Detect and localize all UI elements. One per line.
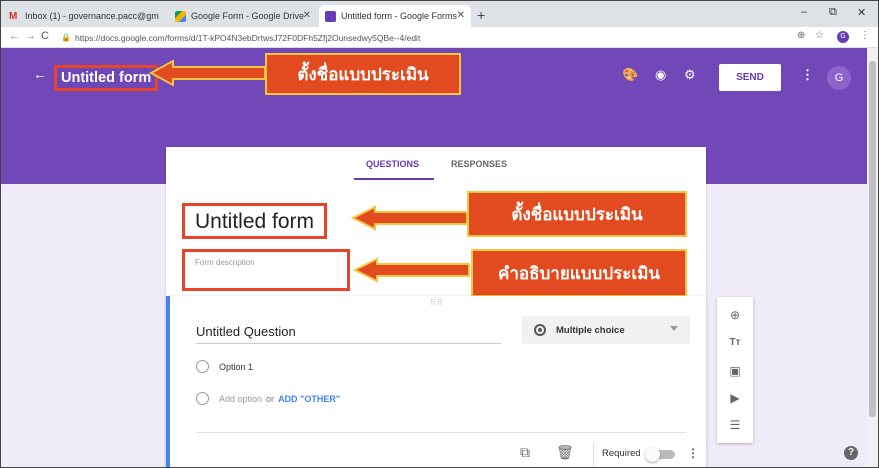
forms-icon — [325, 10, 336, 22]
add-option-row: Add option or ADD "OTHER" — [196, 392, 340, 405]
required-label: Required — [602, 448, 641, 459]
forward-icon[interactable]: → — [25, 30, 36, 42]
callout-name-form: ตั้งชื่อแบบประเมิน — [467, 191, 687, 237]
required-toggle[interactable] — [645, 447, 675, 462]
option-label[interactable]: Option 1 — [219, 362, 253, 372]
more-icon[interactable]: ⋮ — [801, 67, 814, 83]
new-tab-icon[interactable]: + — [477, 7, 485, 23]
lock-icon: 🔒 — [61, 33, 71, 42]
question-card[interactable]: ⠿⠿ Untitled Question Multiple choice Opt… — [166, 296, 706, 467]
form-title-input[interactable]: Untitled form — [182, 203, 328, 239]
callout-name-form-header: ตั้งชื่อแบบประเมิน — [265, 53, 461, 95]
scrollbar-thumb[interactable] — [869, 61, 876, 417]
star-icon[interactable]: ☆ — [815, 30, 824, 41]
question-type-label: Multiple choice — [556, 324, 625, 336]
section-icon[interactable]: ☰ — [727, 417, 743, 433]
callout-describe-form: คำอธิบายแบบประเมิน — [471, 249, 687, 297]
close-window-icon[interactable]: ✕ — [857, 6, 866, 19]
option-row[interactable]: Option 1 — [196, 360, 253, 373]
help-icon[interactable]: ? — [844, 446, 858, 460]
title-text-icon[interactable]: Tт — [727, 335, 743, 351]
tab-questions[interactable]: QUESTIONS — [366, 159, 419, 169]
zoom-icon[interactable]: ⊕ — [797, 30, 805, 41]
palette-icon[interactable]: 🎨 — [622, 67, 638, 83]
close-tab-icon[interactable]: ✕ — [303, 10, 311, 21]
image-icon[interactable]: ▣ — [727, 363, 743, 379]
minimize-icon[interactable]: – — [801, 6, 807, 18]
divider — [593, 442, 594, 466]
add-option-link[interactable]: Add option — [219, 394, 262, 404]
profile-avatar[interactable]: G — [837, 31, 849, 43]
tab-label: Inbox (1) - governance.pacc@gm — [25, 11, 159, 21]
browser-toolbar: ← → C 🔒 https://docs.google.com/forms/d/… — [1, 27, 878, 48]
gmail-icon: M — [9, 10, 18, 22]
tab-drive[interactable]: Google Form - Google Drive ✕ — [169, 5, 317, 27]
reload-icon[interactable]: C — [41, 30, 49, 42]
restore-icon[interactable]: ⧉ — [829, 6, 837, 19]
menu-icon[interactable]: ⋮ — [860, 30, 870, 41]
avatar[interactable]: G — [827, 66, 851, 90]
add-other-link[interactable]: ADD "OTHER" — [278, 394, 340, 404]
browser-window: M Inbox (1) - governance.pacc@gm Google … — [0, 0, 879, 468]
tab-strip: M Inbox (1) - governance.pacc@gm Google … — [1, 1, 878, 27]
radio-icon — [196, 392, 209, 405]
address-bar[interactable]: 🔒 https://docs.google.com/forms/d/1T-kPO… — [61, 30, 781, 45]
tab-responses[interactable]: RESPONSES — [451, 159, 507, 169]
callout-arrow — [353, 257, 470, 283]
form-title-header[interactable]: Untitled form — [54, 65, 159, 91]
eye-icon[interactable]: ◉ — [655, 67, 666, 83]
active-tab-indicator — [354, 178, 434, 180]
tab-label: Google Form - Google Drive — [191, 11, 305, 21]
radio-icon — [534, 324, 546, 336]
divider — [196, 432, 686, 433]
question-title-input[interactable]: Untitled Question — [196, 324, 501, 344]
drive-icon — [175, 10, 186, 22]
question-type-select[interactable]: Multiple choice — [522, 316, 690, 344]
add-circle-icon[interactable]: ⊕ — [727, 307, 743, 323]
callout-arrow — [149, 59, 266, 87]
back-arrow-icon[interactable]: ← — [33, 66, 47, 82]
back-icon[interactable]: ← — [9, 30, 20, 42]
drag-handle-icon[interactable]: ⠿⠿ — [430, 298, 444, 307]
trash-icon[interactable]: 🗑 — [556, 444, 574, 461]
or-text: or — [266, 393, 275, 404]
radio-icon — [196, 360, 209, 373]
duplicate-icon[interactable]: ⧉ — [520, 444, 530, 461]
tab-label: Untitled form - Google Forms — [341, 11, 458, 21]
send-button[interactable]: SEND — [719, 64, 781, 91]
video-icon[interactable]: ▶ — [727, 390, 743, 406]
callout-arrow — [351, 205, 468, 231]
tab-forms[interactable]: Untitled form - Google Forms ✕ — [319, 5, 471, 27]
question-toolbar: ⊕ Tт ▣ ▶ ☰ — [717, 297, 753, 443]
form-description-input[interactable]: Form description — [182, 249, 350, 291]
close-tab-icon[interactable]: ✕ — [457, 10, 465, 21]
more-options-icon[interactable]: ⋮ — [687, 446, 699, 460]
url-text: https://docs.google.com/forms/d/1T-kPO4N… — [74, 32, 421, 43]
tab-gmail[interactable]: M Inbox (1) - governance.pacc@gm — [3, 5, 163, 27]
gear-icon[interactable]: ⚙ — [684, 67, 696, 83]
chevron-down-icon — [670, 326, 678, 331]
